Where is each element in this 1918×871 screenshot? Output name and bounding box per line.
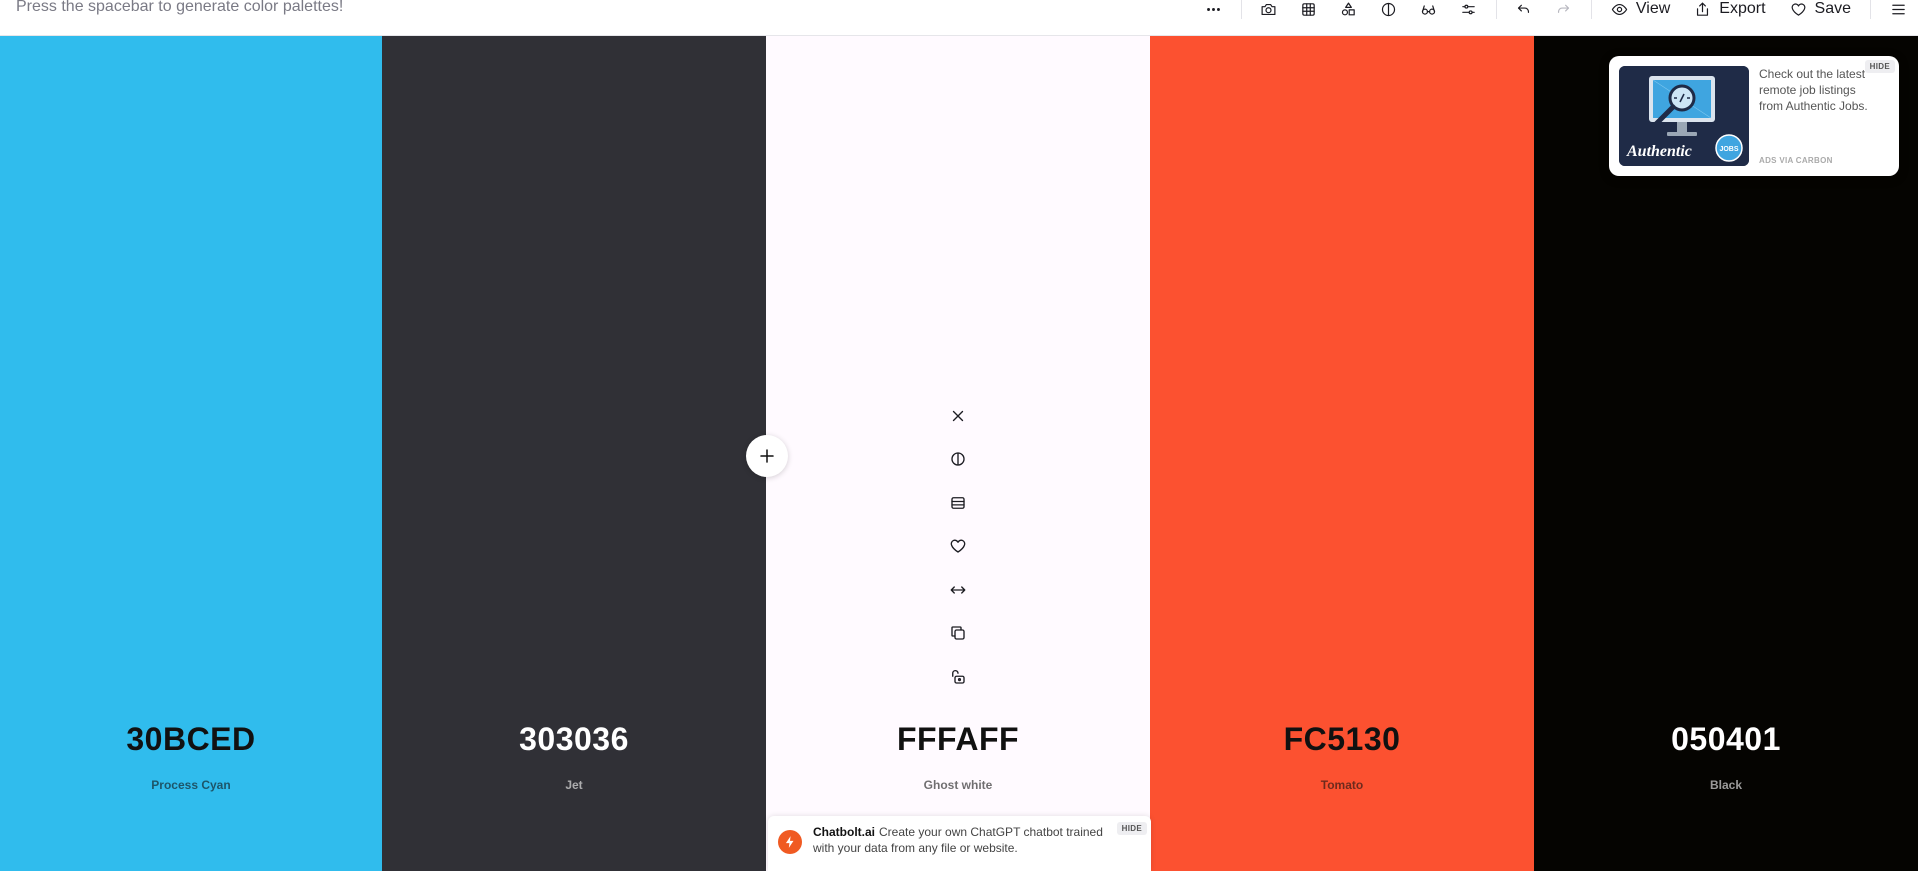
visualize-button[interactable] [1409, 0, 1449, 18]
hide-ad-button[interactable]: HIDE [1864, 60, 1895, 73]
color-hex[interactable]: 303036 [382, 721, 766, 758]
color-column[interactable]: 303036 Jet [382, 36, 766, 871]
toolbar-divider [1495, 0, 1497, 19]
lock-color-button[interactable] [943, 655, 973, 699]
ad-image-badge: JOBS [1719, 146, 1738, 153]
view-label: View [1635, 0, 1671, 17]
undo-button[interactable] [1504, 0, 1544, 18]
carbon-ad[interactable]: JOBS Authentic Check out the latest remo… [1609, 56, 1899, 176]
ad-via-carbon[interactable]: ADS VIA CARBON [1759, 156, 1833, 165]
camera-button[interactable] [1249, 0, 1289, 18]
plus-icon [760, 449, 774, 463]
adjust-button[interactable] [1449, 0, 1489, 18]
redo-button[interactable] [1544, 0, 1584, 18]
copy-hex-button[interactable] [943, 612, 973, 656]
chatbolt-logo-icon [778, 830, 802, 854]
toolbar-divider [1240, 0, 1242, 19]
close-icon [952, 410, 964, 421]
color-hex[interactable]: FFFAFF [766, 721, 1150, 758]
grid-icon [1302, 2, 1316, 16]
contrast-icon [951, 452, 965, 466]
view-button[interactable]: View [1599, 0, 1682, 18]
color-name[interactable]: Black [1534, 778, 1918, 792]
color-name[interactable]: Process Cyan [0, 778, 382, 792]
favorite-color-button[interactable] [943, 525, 973, 569]
heart-icon [1791, 3, 1805, 16]
hamburger-icon [1891, 4, 1905, 14]
undo-icon [1518, 4, 1530, 13]
authentic-jobs-image: JOBS Authentic [1619, 66, 1749, 166]
heart-icon [950, 539, 966, 553]
ad-image[interactable]: JOBS Authentic [1619, 66, 1749, 166]
toolbar-divider [1870, 0, 1871, 19]
camera-icon [1261, 3, 1276, 15]
top-toolbar: Press the spacebar to generate color pal… [0, 0, 1918, 36]
ad-text[interactable]: Check out the latest remote job listings… [1759, 66, 1874, 114]
export-button[interactable]: Export [1682, 0, 1777, 18]
hide-banner-button[interactable]: HIDE [1116, 822, 1147, 835]
eye-icon [1611, 3, 1628, 15]
color-column[interactable]: FFFAFF Ghost white [766, 36, 1150, 871]
banner-text: Chatbolt.ai Create your own ChatGPT chatb… [813, 824, 1113, 856]
color-column[interactable]: 30BCED Process Cyan [0, 36, 382, 871]
ad-image-brand: Authentic [1626, 143, 1692, 160]
color-hex[interactable]: FC5130 [1150, 721, 1534, 758]
copy-icon [951, 626, 965, 640]
contrast-button[interactable] [1369, 0, 1409, 18]
redo-icon [1558, 4, 1570, 13]
color-column[interactable]: FC5130 Tomato [1150, 36, 1534, 871]
share-icon [1697, 2, 1709, 16]
more-dots-icon [1207, 7, 1221, 11]
chatbolt-banner[interactable]: Chatbolt.ai Create your own ChatGPT chatb… [768, 816, 1151, 871]
view-shades-button[interactable] [943, 481, 973, 525]
layers-icon [951, 496, 965, 509]
contrast-icon [1382, 2, 1396, 16]
sliders-icon [1462, 4, 1476, 14]
drag-button[interactable] [943, 568, 973, 612]
shapes-button[interactable] [1329, 0, 1369, 18]
shades-button[interactable] [943, 438, 973, 482]
more-options-button[interactable] [1194, 0, 1234, 18]
arrows-horizontal-icon [950, 586, 966, 594]
toolbar-divider [1590, 0, 1592, 19]
save-label: Save [1814, 0, 1851, 17]
shapes-icon [1342, 2, 1356, 15]
save-button[interactable]: Save [1778, 0, 1863, 18]
unlock-icon [952, 669, 965, 684]
color-hex[interactable]: 30BCED [0, 721, 382, 758]
banner-brand: Chatbolt.ai [813, 825, 875, 839]
color-name[interactable]: Tomato [1150, 778, 1534, 792]
grid-button[interactable] [1289, 0, 1329, 18]
export-label: Export [1719, 0, 1766, 17]
color-name[interactable]: Jet [382, 778, 766, 792]
color-name[interactable]: Ghost white [766, 778, 1150, 792]
toolbar-actions: View Export Save [1194, 0, 1918, 19]
color-hex[interactable]: 050401 [1534, 721, 1918, 758]
remove-color-button[interactable] [943, 394, 973, 438]
menu-button[interactable] [1878, 0, 1918, 18]
column-actions [943, 394, 973, 699]
spacebar-hint: Press the spacebar to generate color pal… [16, 0, 344, 15]
add-color-button[interactable] [746, 435, 788, 477]
glasses-icon [1422, 4, 1436, 15]
